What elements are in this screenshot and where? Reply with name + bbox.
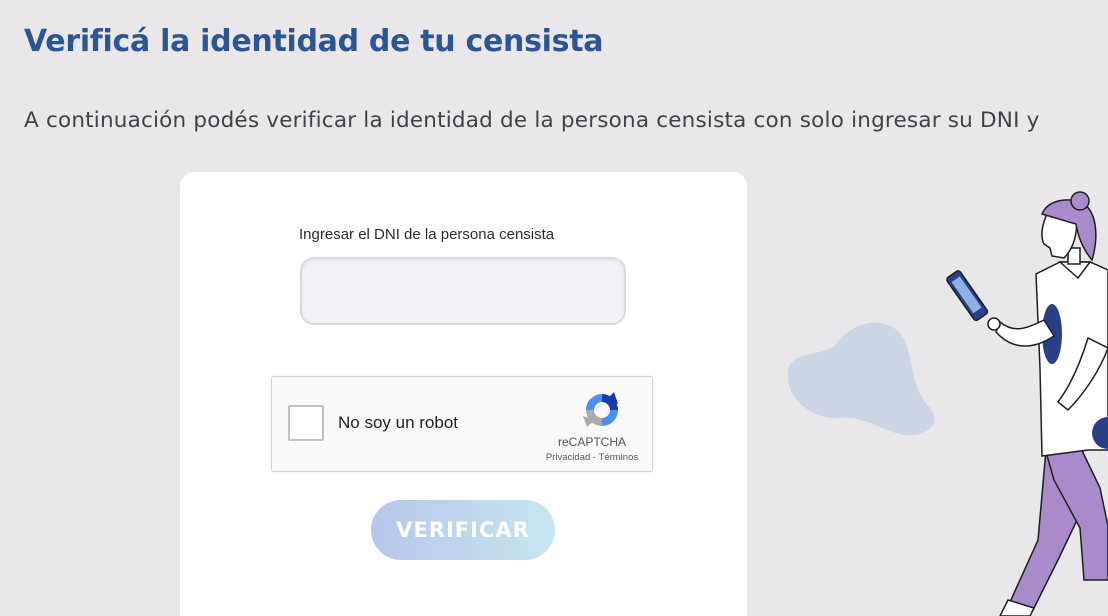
recaptcha-terms-link[interactable]: Términos <box>599 452 639 463</box>
recaptcha-links: Privacidad - Términos <box>530 452 654 463</box>
verification-card: Ingresar el DNI de la persona censista N… <box>180 172 747 616</box>
recaptcha-checkbox-label: No soy un robot <box>338 413 459 432</box>
decorative-blob <box>787 322 935 436</box>
dni-input[interactable] <box>300 257 626 325</box>
recaptcha-checkbox[interactable] <box>288 405 324 441</box>
recaptcha-widget: No soy un robot reCAPTCHA Privacidad - T… <box>271 376 653 472</box>
recaptcha-privacy-link[interactable]: Privacidad <box>546 452 590 463</box>
page: Verificá la identidad de tu censista A c… <box>0 0 1108 616</box>
recaptcha-brand: reCAPTCHA <box>557 435 626 449</box>
recaptcha-logo-icon <box>583 392 618 427</box>
verify-button[interactable]: VERIFICAR <box>371 500 555 560</box>
dni-field-label: Ingresar el DNI de la persona censista <box>299 226 555 243</box>
page-title: Verificá la identidad de tu censista <box>24 24 604 59</box>
page-description: A continuación podés verificar la identi… <box>24 108 1040 133</box>
census-worker-illustration <box>946 191 1108 616</box>
recaptcha-link-separator: - <box>590 452 599 463</box>
